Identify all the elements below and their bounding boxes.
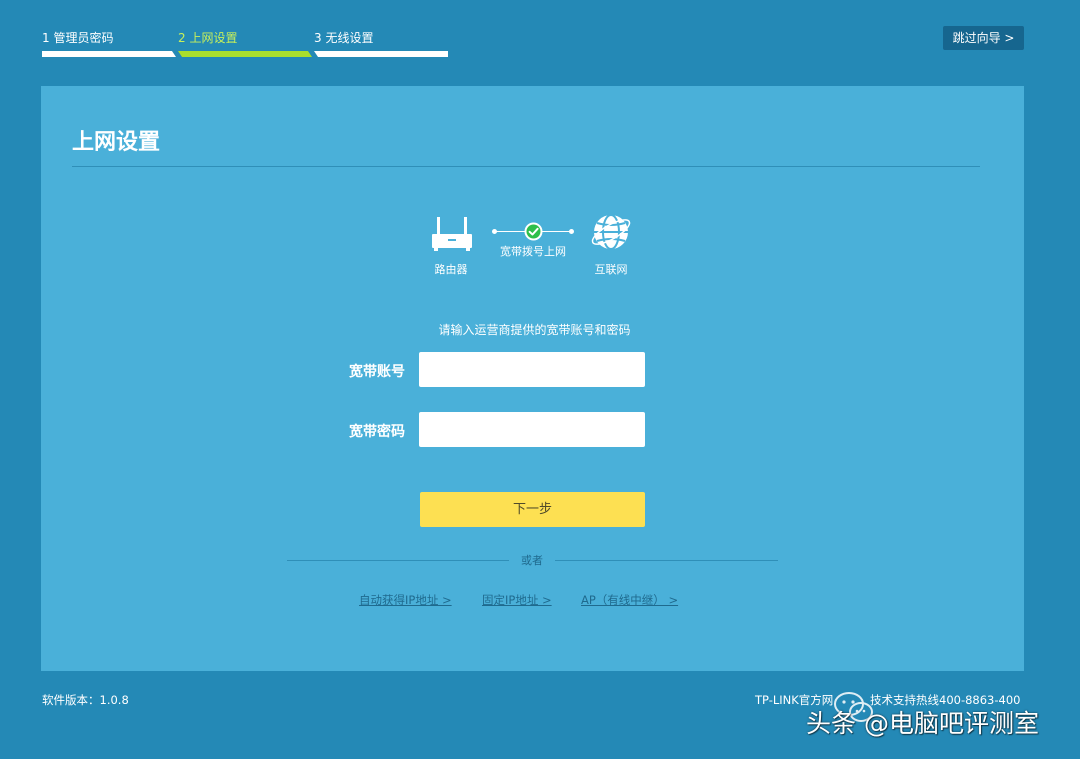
step-progress-bar — [314, 51, 448, 57]
step-label: 2 上网设置 — [178, 31, 238, 45]
or-text: 或者 — [521, 554, 543, 567]
link-endpoint-dot — [569, 229, 574, 234]
router-icon — [432, 217, 472, 251]
broadband-password-input[interactable] — [419, 412, 645, 447]
wizard-steps: 1 管理员密码 2 上网设置 3 无线设置 — [42, 30, 448, 60]
connection-topology: 路由器 宽带拨号上网 互联网 — [421, 212, 651, 282]
instruction-text: 请输入运营商提供的宽带账号和密码 — [438, 323, 631, 337]
dynamic-ip-link[interactable]: 自动获得IP地址 > — [359, 592, 452, 608]
divider-left — [287, 560, 509, 561]
software-version: 软件版本：1.0.8 — [42, 693, 129, 707]
page-title: 上网设置 — [72, 130, 161, 155]
check-icon — [524, 222, 543, 241]
step-label: 3 无线设置 — [314, 31, 374, 45]
next-button[interactable]: 下一步 — [420, 492, 645, 527]
broadband-account-input[interactable] — [419, 352, 645, 387]
password-label: 宽带密码 — [349, 424, 405, 440]
alternative-connection-links: 自动获得IP地址 > 固定IP地址 > AP（有线中继） > — [41, 592, 1024, 610]
step-progress-bar — [42, 51, 176, 57]
ap-wired-relay-link[interactable]: AP（有线中继） > — [581, 592, 678, 608]
step-wireless-settings: 3 无线设置 — [314, 30, 450, 60]
skip-wizard-button[interactable]: 跳过向导 > — [943, 26, 1024, 50]
step-progress-bar — [178, 51, 312, 57]
title-divider — [72, 166, 980, 167]
connection-type-label: 宽带拨号上网 — [500, 245, 566, 258]
step-label: 1 管理员密码 — [42, 31, 114, 45]
internet-settings-panel: 上网设置 路由器 宽带拨号上网 互联网 请输入运营商提供的宽带账号和密码 宽带账… — [41, 86, 1024, 671]
router-label: 路由器 — [434, 263, 468, 276]
step-admin-password: 1 管理员密码 — [42, 30, 178, 60]
divider-right — [555, 560, 778, 561]
account-label: 宽带账号 — [349, 364, 405, 380]
link-endpoint-dot — [492, 229, 497, 234]
internet-label: 互联网 — [594, 263, 628, 276]
step-internet-settings: 2 上网设置 — [178, 30, 314, 60]
watermark-text: 头条 @电脑吧评测室 — [806, 709, 1039, 738]
static-ip-link[interactable]: 固定IP地址 > — [482, 592, 552, 608]
globe-icon — [591, 214, 631, 250]
